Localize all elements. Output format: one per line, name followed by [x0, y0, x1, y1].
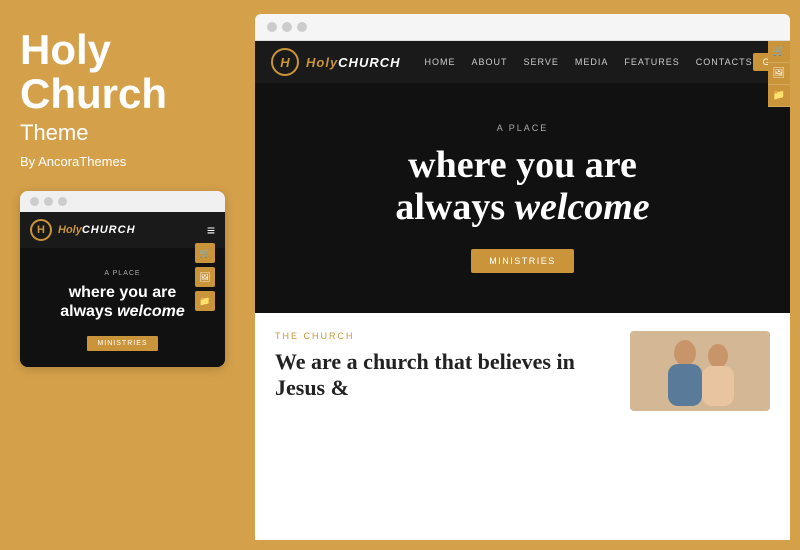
dot-red: [30, 197, 39, 206]
site-nav-links: HOME ABOUT SERVE MEDIA FEATURES CONTACTS: [425, 57, 753, 67]
strip-folder-icon[interactable]: 📁: [768, 85, 790, 107]
site-nav: H HolyCHURCH HOME ABOUT SERVE MEDIA FEAT…: [255, 41, 790, 83]
below-tag: THE CHURCH: [275, 331, 610, 341]
hero-title: where you are always welcome: [395, 145, 649, 229]
nav-home[interactable]: HOME: [425, 57, 456, 67]
mini-folder-icon[interactable]: 📁: [195, 291, 215, 311]
theme-title: Holy Church: [20, 28, 225, 116]
site-below-section: THE CHURCH We are a church that believes…: [255, 313, 790, 540]
below-title: We are a church that believes in Jesus &: [275, 349, 610, 402]
site-logo-text: HolyCHURCH: [306, 55, 401, 70]
site-hero: A PLACE where you are always welcome MIN…: [255, 83, 790, 313]
chrome-dot-1: [267, 22, 277, 32]
theme-subtitle: Theme: [20, 120, 225, 146]
below-text: THE CHURCH We are a church that believes…: [275, 331, 610, 522]
dot-yellow: [44, 197, 53, 206]
mini-browser-bar: [20, 191, 225, 212]
mini-browser-preview: H HolyCHURCH ≡ A PLACE where you are alw…: [20, 191, 225, 366]
nav-contacts[interactable]: CONTACTS: [696, 57, 753, 67]
hero-cta-button[interactable]: MINISTRIES: [471, 249, 574, 273]
hero-a-place: A PLACE: [497, 123, 549, 133]
mini-hamburger-icon: ≡: [207, 222, 215, 238]
browser-chrome-bar: [255, 14, 790, 41]
mini-cta-button[interactable]: MINISTRIES: [87, 336, 157, 351]
mini-cart-icon[interactable]: 🛒: [195, 243, 215, 263]
mini-logo-text: HolyCHURCH: [58, 224, 136, 236]
below-image: [630, 331, 770, 411]
mini-logo-icon: H: [30, 219, 52, 241]
right-panel: 🛒 🖼 📁 H HolyCHURCH HOME ABOUT SERVE MEDI…: [245, 0, 800, 550]
people-svg: [630, 331, 770, 411]
strip-image-icon[interactable]: 🖼: [768, 63, 790, 85]
browser-main: 🛒 🖼 📁 H HolyCHURCH HOME ABOUT SERVE MEDI…: [255, 41, 790, 540]
chrome-dot-2: [282, 22, 292, 32]
strip-cart-icon[interactable]: 🛒: [768, 41, 790, 63]
chrome-dot-3: [297, 22, 307, 32]
theme-author: By AncoraThemes: [20, 154, 225, 169]
nav-serve[interactable]: SERVE: [524, 57, 559, 67]
dot-green: [58, 197, 67, 206]
nav-media[interactable]: MEDIA: [575, 57, 609, 67]
nav-about[interactable]: ABOUT: [472, 57, 508, 67]
mini-logo: H HolyCHURCH: [30, 219, 136, 241]
mini-icon-strip: 🛒 🖼 📁: [195, 243, 215, 311]
left-panel: Holy Church Theme By AncoraThemes H Holy…: [0, 0, 245, 550]
site-logo-icon: H: [271, 48, 299, 76]
mini-image-icon[interactable]: 🖼: [195, 267, 215, 287]
nav-features[interactable]: FEATURES: [624, 57, 679, 67]
site-logo: H HolyCHURCH: [271, 48, 401, 76]
main-right-strip: 🛒 🖼 📁: [768, 41, 790, 107]
mini-a-place: A PLACE: [32, 270, 213, 277]
mini-hero-title: where you are always welcome: [32, 283, 213, 321]
